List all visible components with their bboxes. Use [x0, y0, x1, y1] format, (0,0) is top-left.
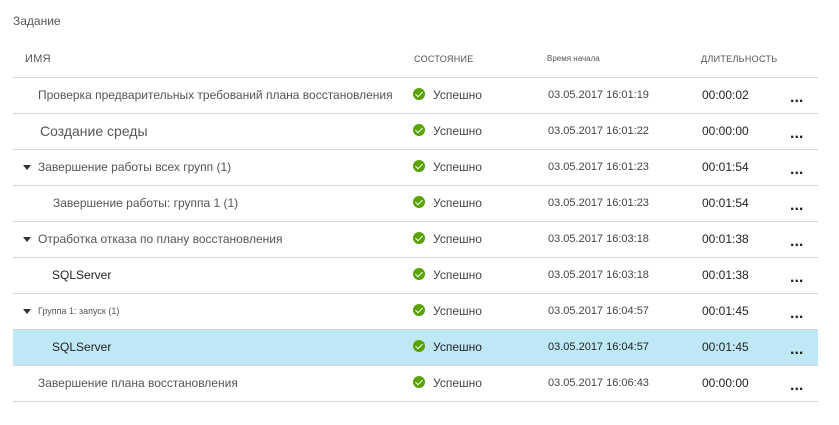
table-row[interactable]: Завершение работы: группа 1 (1) Успешно …: [13, 186, 818, 222]
row-status-label: Успешно: [433, 232, 482, 246]
row-start-time: 03.05.2017 16:06:43: [548, 377, 649, 389]
checkmark-circle-icon: [413, 124, 425, 136]
table-header: ИМЯ СОСТОЯНИЕ Время начала ДЛИТЕЛЬНОСТЬ: [13, 42, 818, 78]
row-status-label: Успешно: [433, 196, 482, 210]
row-start-time: 03.05.2017 16:03:18: [548, 269, 649, 281]
checkmark-circle-icon: [413, 304, 425, 316]
row-status-label: Успешно: [433, 376, 482, 390]
more-options-button[interactable]: ...: [790, 224, 803, 259]
row-status: Успешно: [413, 294, 482, 329]
table-row-selected[interactable]: SQLServer Успешно 03.05.2017 16:04:57 00…: [13, 330, 818, 366]
row-name: Завершение работы всех групп (1): [38, 160, 232, 174]
table-row[interactable]: Завершение плана восстановления Успешно …: [13, 366, 818, 402]
row-status-label: Успешно: [433, 160, 482, 174]
row-name: Создание среды: [40, 123, 148, 139]
row-status-label: Успешно: [433, 124, 482, 138]
caret-down-icon[interactable]: [23, 165, 31, 170]
row-duration: 00:01:38: [702, 232, 749, 246]
row-duration: 00:01:45: [702, 304, 749, 318]
row-start-time: 03.05.2017 16:01:19: [548, 89, 649, 101]
column-header-duration[interactable]: ДЛИТЕЛЬНОСТЬ: [701, 54, 778, 64]
row-status-label: Успешно: [433, 268, 482, 282]
row-name: Проверка предварительных требований план…: [38, 88, 393, 102]
jobs-table: ИМЯ СОСТОЯНИЕ Время начала ДЛИТЕЛЬНОСТЬ …: [13, 42, 818, 402]
checkmark-circle-icon: [413, 196, 425, 208]
checkmark-circle-icon: [413, 376, 425, 388]
row-status: Успешно: [413, 150, 482, 185]
row-duration: 00:00:00: [702, 124, 749, 138]
row-start-time: 03.05.2017 16:04:57: [548, 305, 649, 317]
table-row[interactable]: SQLServer Успешно 03.05.2017 16:03:18 00…: [13, 258, 818, 294]
row-name: Отработка отказа по плану восстановления: [38, 232, 283, 246]
row-status-label: Успешно: [433, 340, 482, 354]
row-duration: 00:01:54: [702, 196, 749, 210]
row-start-time: 03.05.2017 16:01:22: [548, 125, 649, 137]
row-duration: 00:00:02: [702, 88, 749, 102]
column-header-status[interactable]: СОСТОЯНИЕ: [414, 54, 474, 64]
row-status: Успешно: [413, 78, 482, 113]
caret-down-icon[interactable]: [23, 237, 31, 242]
page-title: Задание: [13, 14, 61, 28]
more-options-button[interactable]: ...: [790, 116, 803, 151]
table-row[interactable]: Завершение работы всех групп (1) Успешно…: [13, 150, 818, 186]
row-status: Успешно: [413, 186, 482, 221]
row-status: Успешно: [413, 258, 482, 293]
more-options-button[interactable]: ...: [790, 260, 803, 295]
row-duration: 00:01:38: [702, 268, 749, 282]
row-name: SQLServer: [52, 268, 112, 282]
table-row[interactable]: Группа 1: запуск (1) Успешно 03.05.2017 …: [13, 294, 818, 330]
more-options-button[interactable]: ...: [790, 332, 803, 367]
column-header-start-time[interactable]: Время начала: [547, 54, 600, 63]
more-options-button[interactable]: ...: [790, 368, 803, 403]
row-duration: 00:00:00: [702, 376, 749, 390]
caret-down-icon[interactable]: [23, 309, 31, 314]
row-status: Успешно: [413, 366, 482, 401]
more-options-button[interactable]: ...: [790, 188, 803, 223]
row-name: Группа 1: запуск (1): [38, 306, 120, 316]
checkmark-circle-icon: [413, 160, 425, 172]
row-name: SQLServer: [52, 340, 112, 354]
row-start-time: 03.05.2017 16:04:57: [548, 341, 649, 353]
row-status: Успешно: [413, 222, 482, 257]
more-options-button[interactable]: ...: [790, 80, 803, 115]
row-start-time: 03.05.2017 16:01:23: [548, 161, 649, 173]
row-status: Успешно: [413, 330, 482, 365]
row-name: Завершение работы: группа 1 (1): [53, 196, 239, 210]
checkmark-circle-icon: [413, 232, 425, 244]
row-name: Завершение плана восстановления: [38, 376, 238, 390]
row-start-time: 03.05.2017 16:03:18: [548, 233, 649, 245]
checkmark-circle-icon: [413, 268, 425, 280]
checkmark-circle-icon: [413, 340, 425, 352]
row-start-time: 03.05.2017 16:01:23: [548, 197, 649, 209]
more-options-button[interactable]: ...: [790, 296, 803, 331]
checkmark-circle-icon: [413, 88, 425, 100]
table-row[interactable]: Создание среды Успешно 03.05.2017 16:01:…: [13, 114, 818, 150]
more-options-button[interactable]: ...: [790, 152, 803, 187]
table-row[interactable]: Проверка предварительных требований план…: [13, 78, 818, 114]
row-status-label: Успешно: [433, 88, 482, 102]
row-duration: 00:01:45: [702, 340, 749, 354]
row-status: Успешно: [413, 114, 482, 149]
column-header-name[interactable]: ИМЯ: [25, 53, 51, 65]
row-status-label: Успешно: [433, 304, 482, 318]
table-row[interactable]: Отработка отказа по плану восстановления…: [13, 222, 818, 258]
row-duration: 00:01:54: [702, 160, 749, 174]
